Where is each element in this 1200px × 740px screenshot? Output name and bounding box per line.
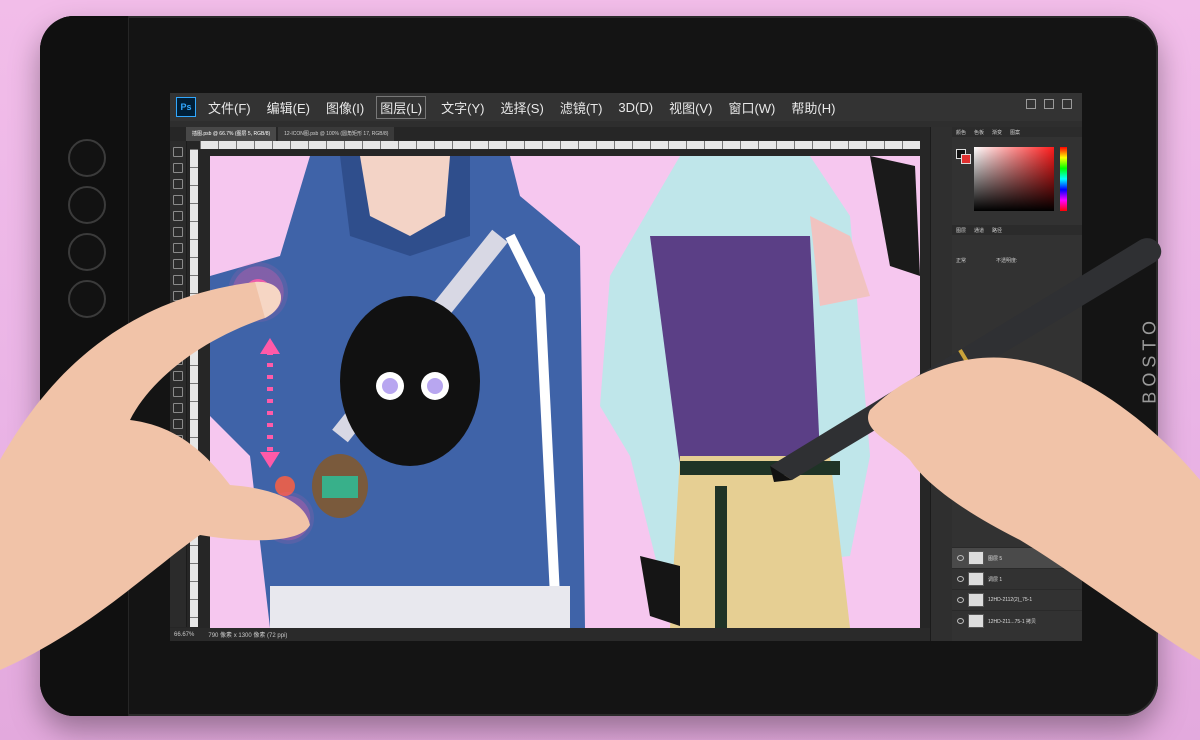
menu-view[interactable]: 视图(V) xyxy=(669,98,712,117)
color-panel-tabs: 颜色 色板 渐变 图案 xyxy=(952,127,1082,137)
document-tabs: 插图.psb @ 66.7% (图层 5, RGB/8) 12-ICON图.ps… xyxy=(186,127,395,141)
healing-tool-icon[interactable] xyxy=(173,259,183,269)
crop-tool-icon[interactable] xyxy=(173,211,183,221)
menu-help[interactable]: 帮助(H) xyxy=(791,98,835,117)
menu-bar: Ps 文件(F) 编辑(E) 图像(I) 图层(L) 文字(Y) 选择(S) 滤… xyxy=(170,93,1082,121)
move-tool-icon[interactable] xyxy=(173,147,183,157)
menu-window[interactable]: 窗口(W) xyxy=(728,98,775,117)
tab-patterns[interactable]: 图案 xyxy=(1010,129,1020,136)
color-picker-field[interactable] xyxy=(974,147,1054,211)
left-hand-image xyxy=(0,281,310,670)
lasso-tool-icon[interactable] xyxy=(173,179,183,189)
shirt-character xyxy=(340,296,480,466)
doc-tab-2[interactable]: 12-ICON图.psb @ 100% (圆角矩形 17, RGB/8) xyxy=(278,127,395,141)
background-color-swatch[interactable] xyxy=(961,154,971,164)
menu-edit[interactable]: 编辑(E) xyxy=(267,98,310,117)
marquee-tool-icon[interactable] xyxy=(173,163,183,173)
right-hand-image xyxy=(868,357,1200,660)
hardware-key-3[interactable] xyxy=(68,233,106,271)
menu-image[interactable]: 图像(I) xyxy=(326,98,364,117)
horizontal-ruler xyxy=(200,141,920,149)
hardware-key-2[interactable] xyxy=(68,186,106,224)
tab-color[interactable]: 颜色 xyxy=(956,129,966,136)
frame-tool-icon[interactable] xyxy=(173,227,183,237)
menu-filter[interactable]: 滤镜(T) xyxy=(560,98,603,117)
doc-tab-1[interactable]: 插图.psb @ 66.7% (图层 5, RGB/8) xyxy=(186,127,277,141)
menu-file[interactable]: 文件(F) xyxy=(208,98,251,117)
hardware-key-1[interactable] xyxy=(68,139,106,177)
minimize-icon[interactable] xyxy=(1026,99,1036,109)
close-icon[interactable] xyxy=(1062,99,1072,109)
maximize-icon[interactable] xyxy=(1044,99,1054,109)
window-controls xyxy=(1026,99,1072,109)
eyedropper-tool-icon[interactable] xyxy=(173,243,183,253)
menu-type[interactable]: 文字(Y) xyxy=(441,98,484,117)
tab-gradients[interactable]: 渐变 xyxy=(992,129,1002,136)
photoshop-logo-icon: Ps xyxy=(176,97,196,117)
menu-select[interactable]: 选择(S) xyxy=(500,98,543,117)
hue-slider[interactable] xyxy=(1060,147,1067,211)
menu-3d[interactable]: 3D(D) xyxy=(618,100,653,115)
quick-select-tool-icon[interactable] xyxy=(173,195,183,205)
menu-layer[interactable]: 图层(L) xyxy=(376,95,427,119)
tab-swatches[interactable]: 色板 xyxy=(974,129,984,136)
